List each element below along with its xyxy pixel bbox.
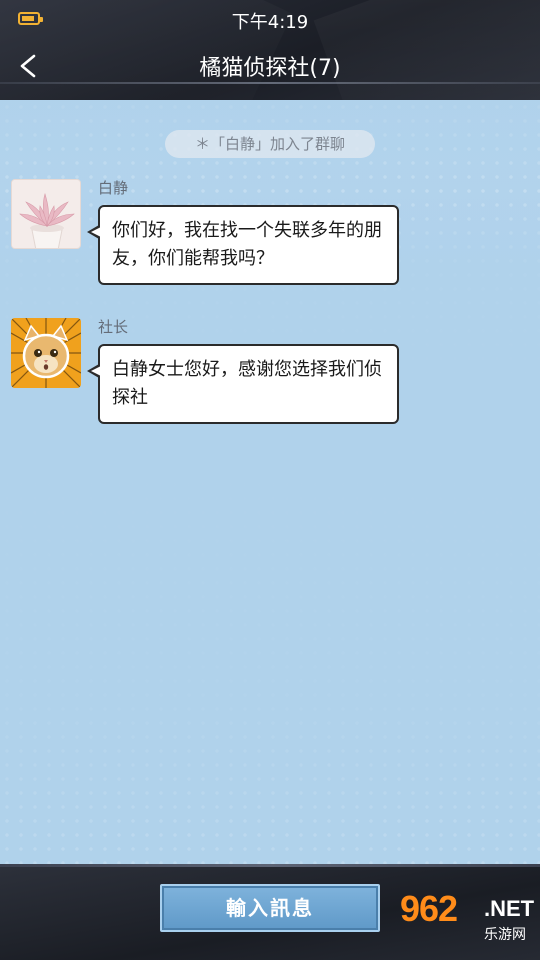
back-button[interactable]: [14, 48, 44, 84]
watermark-sub: 乐游网: [484, 927, 526, 943]
watermark-logo: 962: [400, 888, 458, 929]
succulent-plant-avatar: [12, 180, 80, 248]
sender-name: 白静: [98, 179, 129, 197]
chat-title: 橘猫侦探社(7): [199, 56, 341, 81]
message-bubble[interactable]: 白静女士您好，感谢您选择我们侦探社: [87, 344, 399, 424]
sender-name: 社长: [98, 318, 129, 336]
avatar-shezhang[interactable]: [11, 318, 81, 388]
chat-area[interactable]: ＊「白静」加入了群聊 白静 你们好，我在找一个失联多年的朋友，你们能帮我吗？ 社…: [0, 100, 540, 864]
header-divider: [0, 82, 540, 84]
bottom-divider: [0, 864, 540, 867]
watermark: 962 .NET 乐游网: [400, 888, 538, 954]
message-bubble[interactable]: 你们好，我在找一个失联多年的朋友，你们能帮我吗？: [87, 205, 399, 285]
system-notice: ＊「白静」加入了群聊: [165, 130, 375, 158]
top-bar: 下午4:19 橘猫侦探社(7): [0, 0, 540, 100]
input-message-button[interactable]: 輸入訊息: [160, 884, 380, 932]
avatar-baijing[interactable]: [11, 179, 81, 249]
chevron-left-icon: [20, 54, 36, 78]
status-time: 下午4:19: [231, 12, 309, 33]
orange-cat-avatar: [11, 318, 81, 388]
watermark-domain: .NET: [484, 896, 535, 921]
